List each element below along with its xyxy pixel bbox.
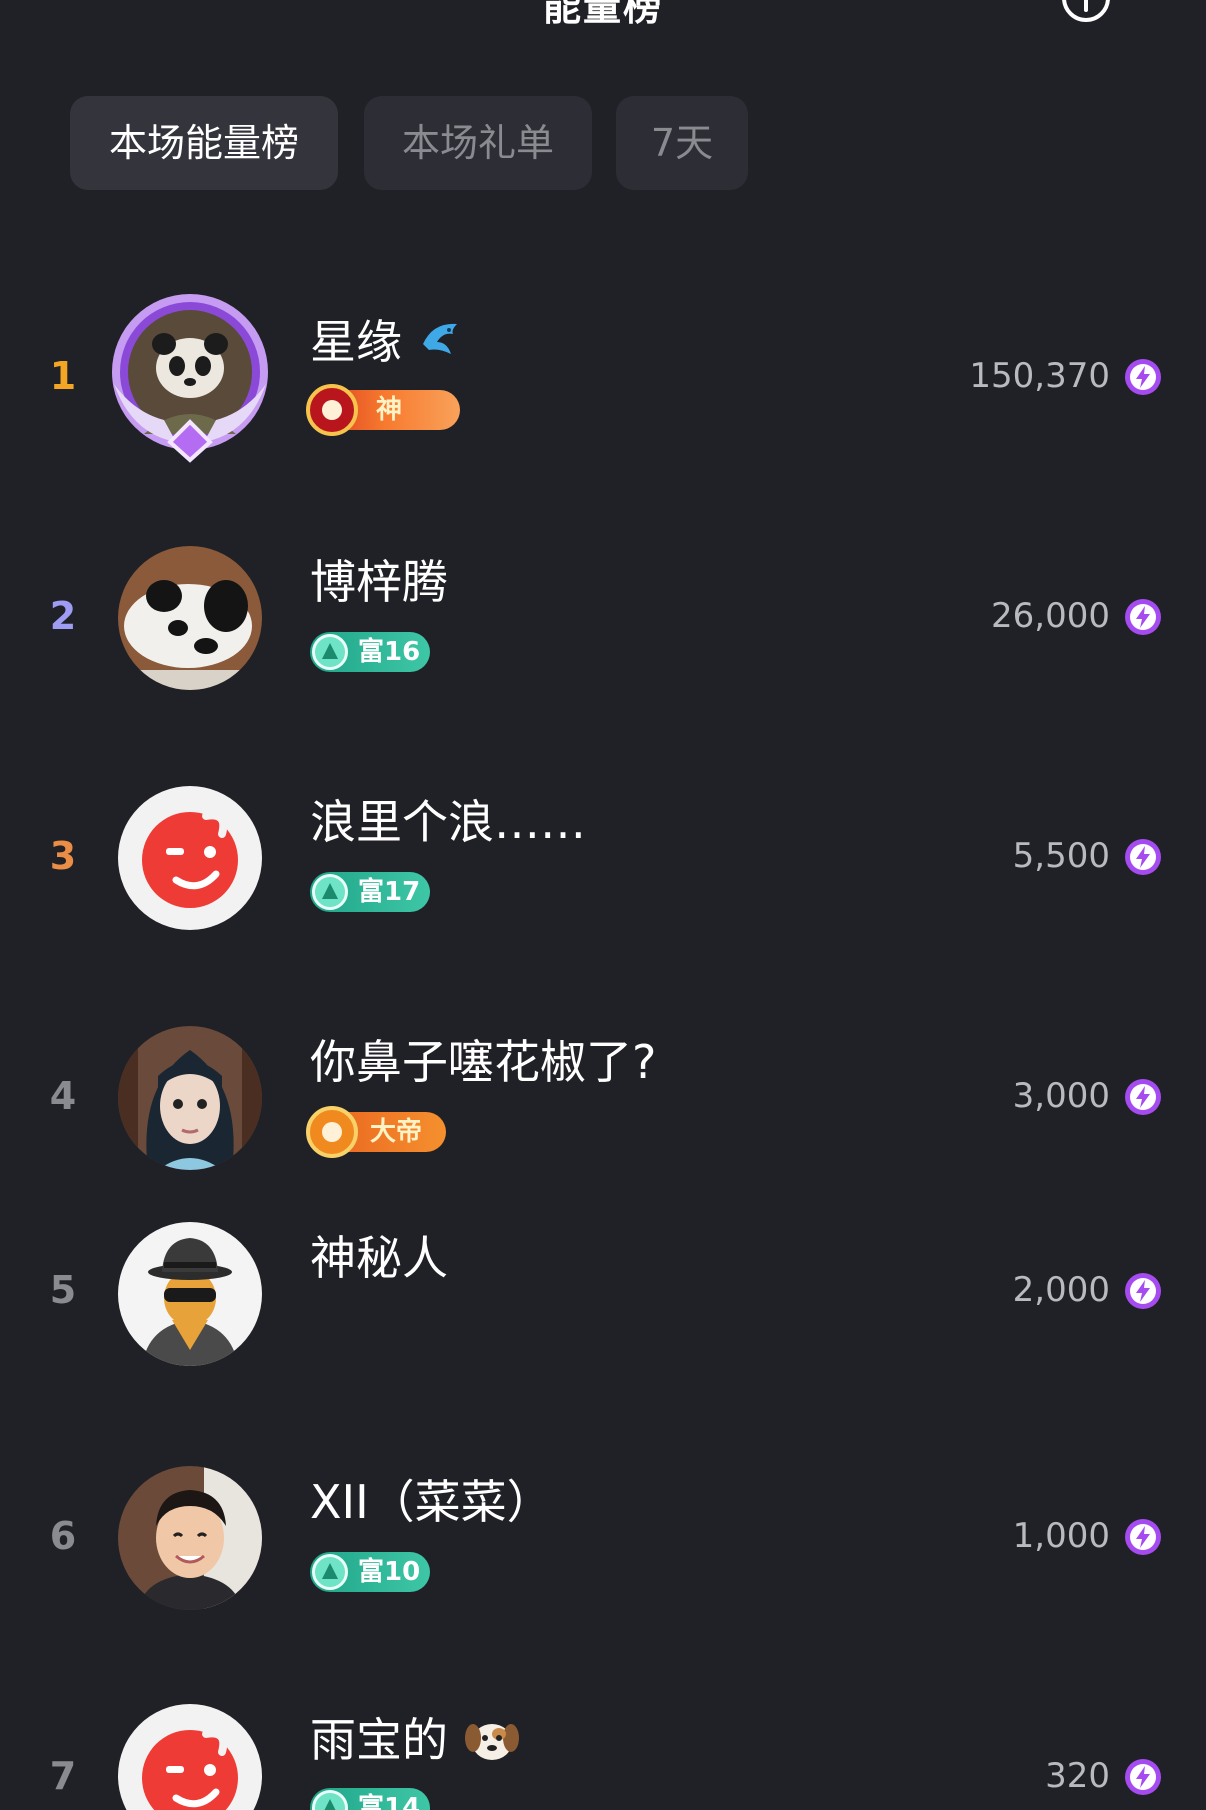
- list-item[interactable]: 1 星缘 神 150,370: [0, 278, 1206, 478]
- god-level-badge: 神: [306, 384, 460, 436]
- list-item[interactable]: 7 雨宝的 富14 320: [0, 1678, 1206, 1810]
- lightning-energy-icon: [1125, 1079, 1161, 1115]
- lightning-energy-icon: [1125, 839, 1161, 875]
- boy-avatar-image: [118, 1466, 262, 1610]
- rank-number: 4: [49, 1074, 77, 1118]
- wealth-level-badge: 富14: [310, 1788, 430, 1810]
- gem-icon: [312, 1554, 348, 1590]
- list-item[interactable]: 6 XII（菜菜） 富10 1,000: [0, 1438, 1206, 1638]
- lightning-energy-icon: [1125, 599, 1161, 635]
- username: 雨宝的: [310, 1704, 521, 1770]
- tab-current-gifts[interactable]: 本场礼单: [364, 96, 592, 190]
- panda-avatar-image: [118, 546, 262, 690]
- avatar: [118, 1222, 262, 1366]
- rank-number: 2: [49, 594, 77, 638]
- wealth-level-badge: 富17: [310, 872, 430, 912]
- rank-number: 1: [49, 354, 77, 398]
- mystery-person-avatar: [118, 1222, 262, 1366]
- lightning-energy-icon: [1125, 1519, 1161, 1555]
- tab-current-energy[interactable]: 本场能量榜: [70, 96, 338, 190]
- rank-number: 3: [49, 834, 77, 878]
- wealth-level-badge: 富16: [310, 632, 430, 672]
- username: XII（菜菜）: [310, 1475, 553, 1529]
- shield-icon: [306, 384, 358, 436]
- page-title: 能量榜: [542, 0, 663, 29]
- energy-score: 5,500: [1012, 836, 1110, 876]
- energy-score: 1,000: [1012, 1516, 1110, 1556]
- username: 浪里个浪……: [310, 795, 586, 849]
- username: 星缘: [310, 306, 467, 372]
- rank-number: 7: [49, 1754, 77, 1798]
- gem-icon: [312, 1790, 348, 1810]
- avatar: [118, 1466, 262, 1610]
- lightning-energy-icon: [1125, 1759, 1161, 1795]
- energy-score: 2,000: [1012, 1270, 1110, 1310]
- avatar: [118, 1704, 262, 1810]
- energy-score: 26,000: [991, 596, 1110, 636]
- avatar-frame-decoration: [112, 294, 268, 463]
- shield-icon: [306, 1106, 358, 1158]
- lightning-energy-icon: [1125, 1273, 1161, 1309]
- header: 能量榜: [0, 0, 1206, 60]
- username: 神秘人: [310, 1231, 448, 1285]
- dolphin-icon: [422, 323, 457, 354]
- gem-icon: [312, 634, 348, 670]
- avatar-frame: [104, 294, 276, 466]
- rank-number: 6: [49, 1514, 77, 1558]
- energy-leaderboard-screen: 能量榜 本场能量榜 本场礼单 7天 1 星缘 神 150,370 2 博梓腾 富…: [0, 0, 1206, 1810]
- tab-7-days[interactable]: 7天: [616, 96, 748, 190]
- avatar: [118, 786, 262, 930]
- list-item[interactable]: 3 浪里个浪…… 富17 5,500: [0, 758, 1206, 958]
- energy-score: 150,370: [969, 356, 1110, 396]
- dog-face-icon: [464, 1724, 519, 1760]
- energy-score: 3,000: [1012, 1076, 1110, 1116]
- lightning-energy-icon: [1125, 359, 1161, 395]
- energy-score: 320: [1045, 1756, 1110, 1796]
- default-wink-avatar: [118, 1704, 262, 1810]
- rank-number: 5: [49, 1268, 77, 1312]
- list-item[interactable]: 5 神秘人 2,000: [0, 1206, 1206, 1406]
- username: 博梓腾: [310, 555, 448, 609]
- girl-avatar-image: [118, 1026, 262, 1170]
- avatar: [118, 1026, 262, 1170]
- list-item[interactable]: 4 你鼻子噻花椒了? 大帝 3,000: [0, 998, 1206, 1198]
- wealth-level-badge: 富10: [310, 1552, 430, 1592]
- default-wink-avatar: [118, 786, 262, 930]
- gem-icon: [312, 874, 348, 910]
- emperor-level-badge: 大帝: [306, 1106, 446, 1158]
- avatar: [118, 546, 262, 690]
- list-item[interactable]: 2 博梓腾 富16 26,000: [0, 518, 1206, 718]
- username: 你鼻子噻花椒了?: [310, 1035, 657, 1089]
